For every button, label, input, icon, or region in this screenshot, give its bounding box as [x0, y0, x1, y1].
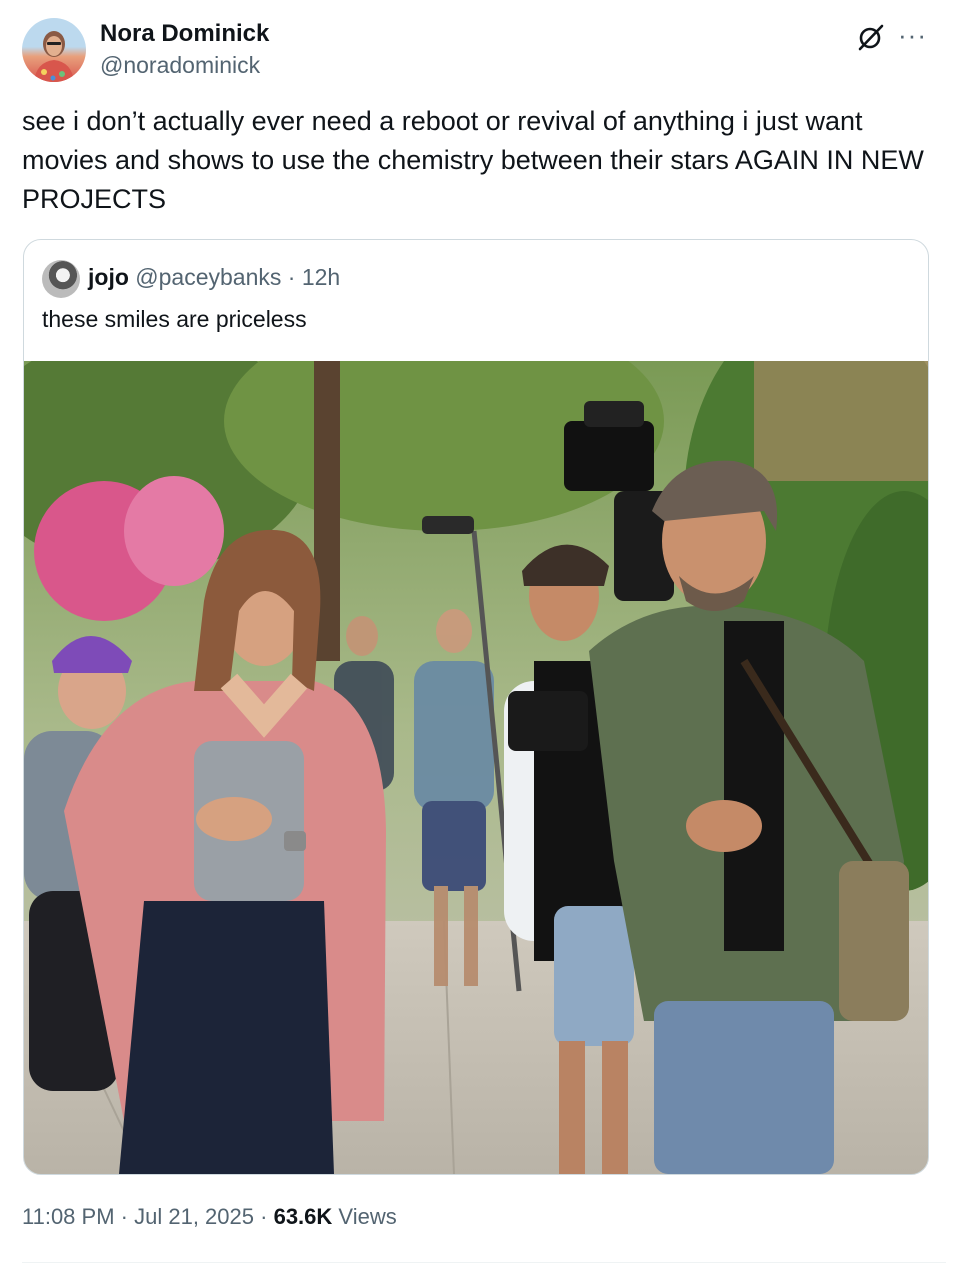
quoted-author-name[interactable]: jojo — [88, 264, 129, 290]
quoted-separator: · — [287, 264, 296, 290]
author-handle[interactable]: @noradominick — [100, 52, 260, 79]
quoted-photo[interactable] — [24, 361, 928, 1174]
quoted-author-handle[interactable]: @paceybanks — [135, 264, 281, 290]
post-time[interactable]: 11:08 PM — [22, 1204, 115, 1229]
more-icon[interactable]: ··· — [898, 20, 927, 51]
author-name[interactable]: Nora Dominick — [100, 20, 269, 48]
quoted-timestamp[interactable]: 12h — [302, 264, 340, 290]
views-count[interactable]: 63.6K — [274, 1204, 333, 1229]
quoted-header: jojo @paceybanks · 12h — [88, 264, 340, 291]
tweet-text: see i don’t actually ever need a reboot … — [22, 106, 924, 214]
quoted-tweet[interactable]: jojo @paceybanks · 12h these smiles are … — [23, 239, 929, 1175]
grok-icon[interactable] — [856, 22, 886, 52]
tweet: Nora Dominick @noradominick ··· see i do… — [0, 0, 968, 1264]
author-avatar[interactable] — [22, 18, 86, 82]
views-label: Views — [338, 1204, 397, 1229]
tweet-footer: 11:08 PM · Jul 21, 2025 · 63.6K Views — [22, 1204, 397, 1230]
footer-separator: · — [120, 1204, 135, 1229]
footer-separator: · — [260, 1204, 274, 1229]
quoted-author-avatar[interactable] — [42, 260, 80, 298]
post-date[interactable]: Jul 21, 2025 — [134, 1204, 254, 1229]
quoted-text: these smiles are priceless — [42, 306, 307, 332]
footer-divider — [22, 1262, 946, 1263]
